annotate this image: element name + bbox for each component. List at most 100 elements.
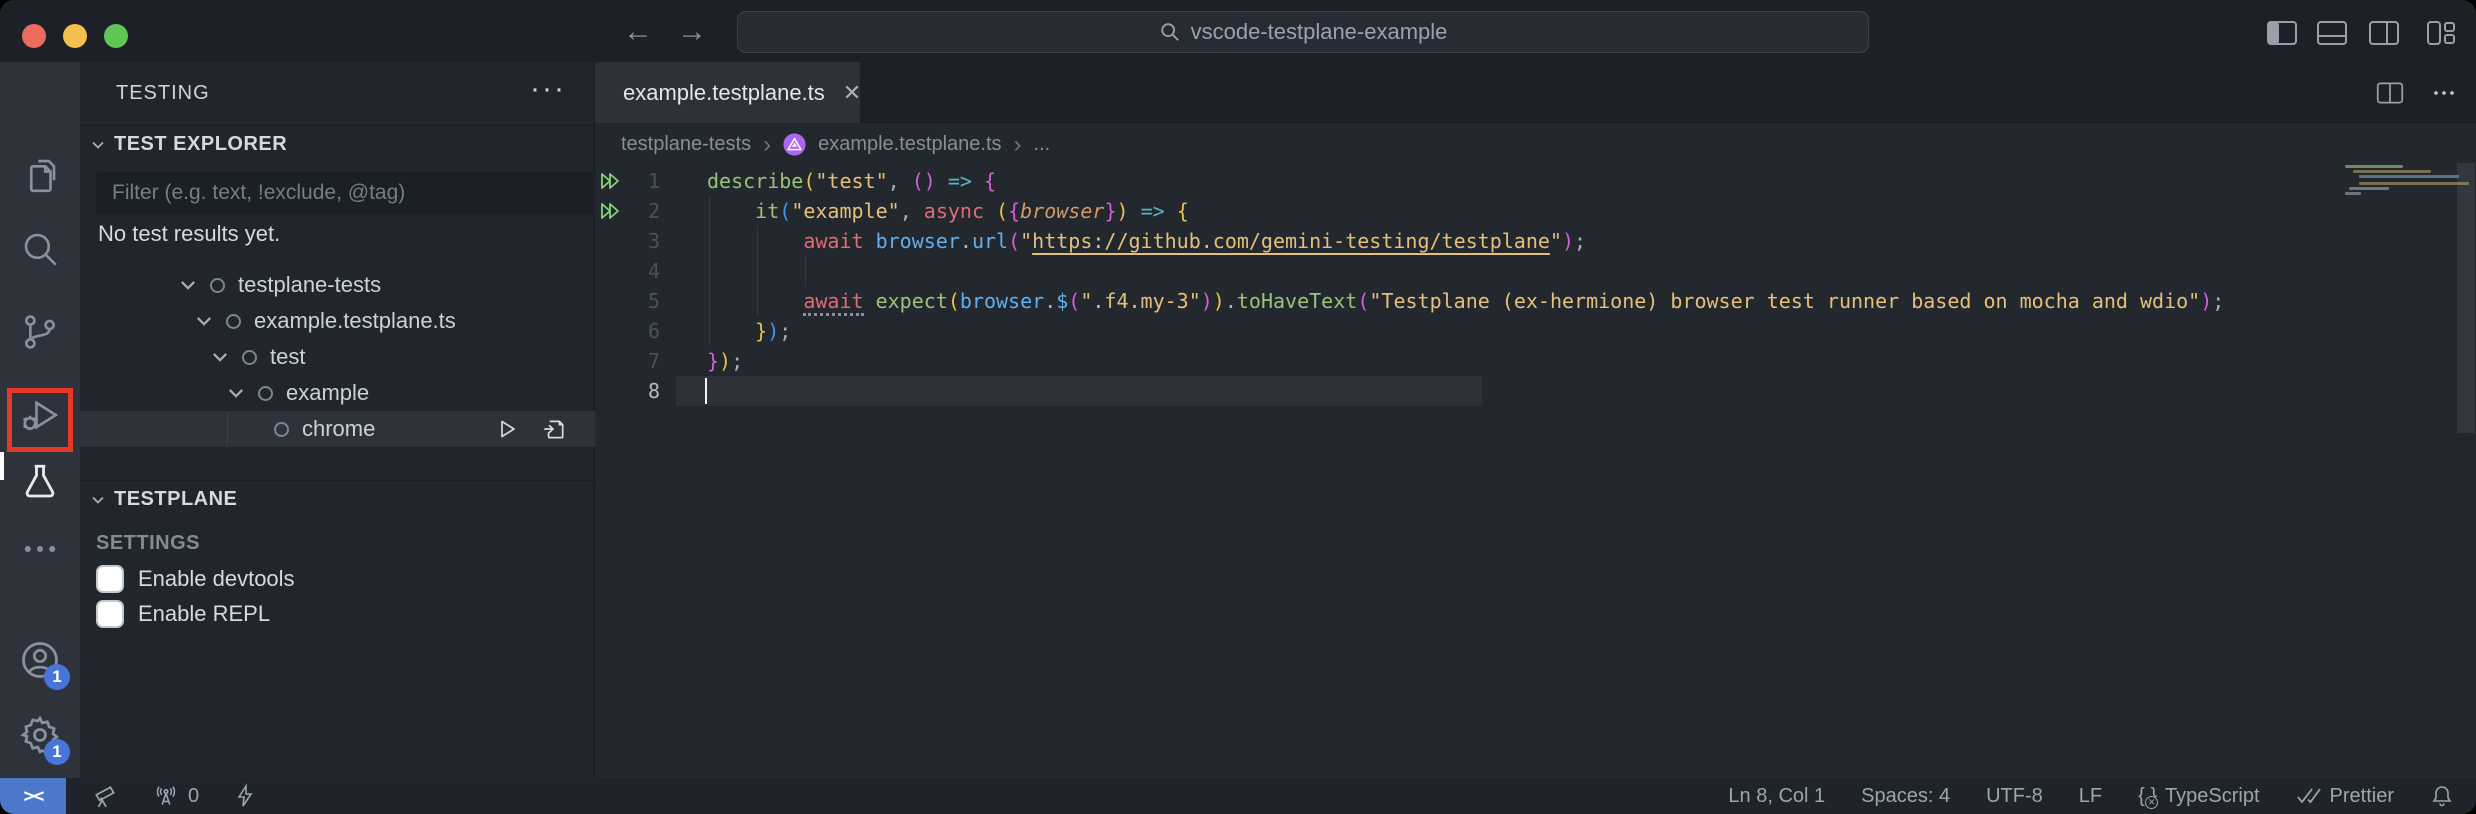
explorer-icon[interactable] [18, 153, 62, 197]
test-explorer-section-header[interactable]: TEST EXPLORER [80, 125, 595, 163]
command-center-label: vscode-testplane-example [1191, 19, 1448, 45]
more-views-icon[interactable] [18, 527, 62, 571]
macos-close-button[interactable] [22, 24, 46, 48]
remote-indicator[interactable]: >< [0, 778, 66, 814]
current-line-highlight [676, 376, 1482, 406]
vertical-scrollbar[interactable] [2457, 163, 2475, 433]
test-tree-item-example.testplane.ts[interactable]: example.testplane.ts [80, 303, 595, 339]
macos-zoom-button[interactable] [104, 24, 128, 48]
editor-more-actions-icon[interactable] [2430, 81, 2458, 105]
power-status-item[interactable] [233, 783, 257, 809]
test-filter-input[interactable]: Filter (e.g. text, !exclude, @tag) [96, 172, 656, 214]
code-line-5[interactable]: 5 await expect(browser.$(".f4.my-3")).to… [595, 286, 2476, 316]
code-area[interactable]: 1describe("test", () => {2 it("example",… [595, 166, 2476, 406]
chevron-down-icon [226, 383, 246, 403]
code-line-6[interactable]: 6 }); [595, 316, 2476, 346]
enable-repl-row[interactable]: Enable REPL [96, 600, 270, 628]
testplane-section-header[interactable]: TESTPLANE [80, 480, 595, 518]
prettier-check-icon [2296, 785, 2322, 807]
breadcrumb-separator: › [763, 131, 771, 159]
settings-group-label: SETTINGS [96, 532, 200, 555]
activity-bar: 1 1 [0, 62, 80, 778]
test-state-circle-icon [258, 386, 273, 401]
code-text: await expect(browser.$(".f4.my-3")).toHa… [707, 286, 2224, 316]
line-number: 5 [615, 286, 660, 316]
test-tree-item-testplane-tests[interactable]: testplane-tests [80, 267, 595, 303]
testplane-file-icon [783, 133, 806, 157]
code-line-1[interactable]: 1describe("test", () => { [595, 166, 2476, 196]
customize-layout-icon[interactable] [2424, 21, 2456, 45]
test-tree-item-chrome[interactable]: chrome [80, 411, 595, 447]
status-encoding[interactable]: UTF-8 [1986, 785, 2043, 808]
code-line-2[interactable]: 2 it("example", async ({browser}) => { [595, 196, 2476, 226]
indent-guide [805, 256, 806, 286]
search-view-icon[interactable] [18, 227, 62, 271]
settings-gear-icon[interactable]: 1 [18, 713, 62, 757]
toggle-primary-sidebar-icon[interactable] [2266, 21, 2298, 45]
test-tree-item-example[interactable]: example [80, 375, 595, 411]
code-text: }); [707, 316, 791, 346]
status-bar: >< 0 Ln 8, Col 1 Spaces: 4 UTF-8 LF { }✕Type… [0, 778, 2476, 814]
source-control-icon[interactable] [18, 310, 62, 354]
status-formatter-label: Prettier [2330, 785, 2394, 808]
status-cursor-position-label: Ln 8, Col 1 [1728, 785, 1825, 808]
chevron-down-icon [210, 347, 230, 367]
toggle-panel-icon[interactable] [2316, 21, 2348, 45]
navigate-back-button[interactable]: ← [618, 14, 658, 50]
sidebar-more-actions[interactable]: ··· [530, 72, 566, 106]
code-line-8[interactable]: 8 [595, 376, 2476, 406]
code-line-3[interactable]: 3 await browser.url("https://github.com/… [595, 226, 2476, 256]
code-line-7[interactable]: 7}); [595, 346, 2476, 376]
code-line-4[interactable]: 4 [595, 256, 2476, 286]
go-to-test-icon[interactable] [541, 416, 567, 442]
enable-devtools-row[interactable]: Enable devtools [96, 565, 295, 593]
testing-view-icon[interactable] [18, 460, 62, 504]
line-number: 3 [615, 226, 660, 256]
breadcrumb-item[interactable]: testplane-tests [621, 133, 751, 156]
status-encoding-label: UTF-8 [1986, 785, 2043, 808]
command-center-search[interactable]: vscode-testplane-example [737, 11, 1869, 53]
toggle-secondary-sidebar-icon[interactable] [2368, 21, 2400, 45]
run-test-icon[interactable] [495, 417, 519, 441]
status-bar-right: Ln 8, Col 1 Spaces: 4 UTF-8 LF { }✕TypeScrip… [1728, 783, 2476, 809]
status-language[interactable]: { }✕TypeScript [2138, 785, 2259, 808]
navigate-forward-button[interactable]: → [672, 14, 712, 50]
enable-devtools-checkbox[interactable] [96, 565, 124, 593]
sidebar-title: TESTING [116, 82, 210, 105]
chevron-down-icon [194, 311, 214, 331]
testplane-status-item[interactable] [92, 783, 118, 809]
macos-minimize-button[interactable] [63, 24, 87, 48]
chevron-down-icon [178, 275, 198, 295]
breadcrumb[interactable]: testplane-tests › example.testplane.ts ›... [621, 123, 1050, 166]
line-number: 7 [615, 346, 660, 376]
test-tree-item-label: example.testplane.ts [254, 308, 456, 334]
ports-status-item[interactable]: 0 [152, 783, 199, 809]
ports-count: 0 [188, 785, 199, 808]
status-eol[interactable]: LF [2079, 785, 2102, 808]
enable-devtools-label: Enable devtools [138, 566, 295, 592]
tab-example-testplane-ts[interactable]: example.testplane.ts ✕ [595, 62, 860, 123]
test-tree-item-label: testplane-tests [238, 272, 381, 298]
split-editor-icon[interactable] [2376, 81, 2404, 105]
status-indentation[interactable]: Spaces: 4 [1861, 785, 1950, 808]
tab-close-icon[interactable]: ✕ [843, 80, 861, 106]
test-state-circle-icon [274, 422, 289, 437]
status-formatter[interactable]: Prettier [2296, 785, 2394, 808]
test-tree-item-test[interactable]: test [80, 339, 595, 375]
line-number: 8 [615, 376, 660, 406]
indent-guide [709, 256, 710, 286]
breadcrumb-item[interactable]: ... [1034, 133, 1051, 156]
notifications-bell-icon[interactable] [2430, 783, 2454, 809]
accounts-icon[interactable]: 1 [18, 638, 62, 682]
line-number: 2 [615, 196, 660, 226]
code-text: describe("test", () => { [707, 166, 996, 196]
status-cursor-position[interactable]: Ln 8, Col 1 [1728, 785, 1825, 808]
tab-bar: example.testplane.ts ✕ [595, 62, 2476, 123]
settings-badge: 1 [44, 739, 70, 765]
test-tree: testplane-tests example.testplane.ts teste… [80, 267, 595, 447]
breadcrumb-separator: › [1014, 131, 1022, 159]
code-text: it("example", async ({browser}) => { [707, 196, 1189, 226]
breadcrumb-item[interactable]: example.testplane.ts [818, 133, 1001, 156]
enable-repl-checkbox[interactable] [96, 600, 124, 628]
status-language-label: TypeScript [2165, 785, 2259, 808]
